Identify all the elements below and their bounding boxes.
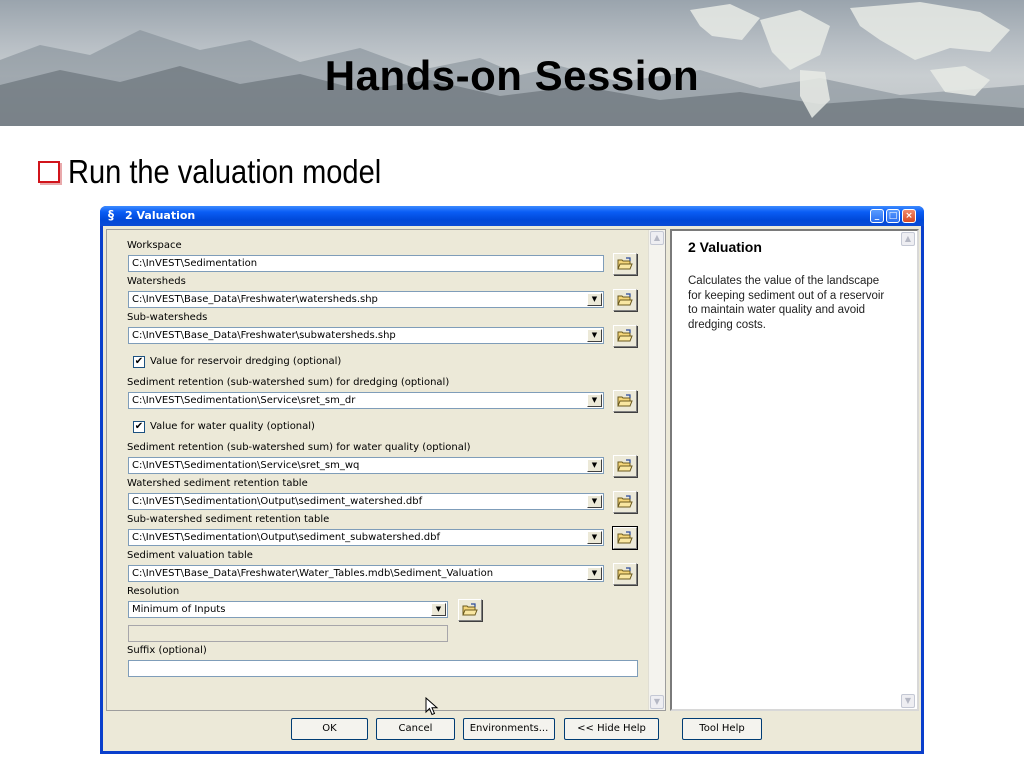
sret-dredging-value: C:\InVEST\Sedimentation\Service\sret_sm_… <box>132 395 356 406</box>
valuation-table-label: Sediment valuation table <box>127 550 253 561</box>
ws-retention-table-browse-button[interactable] <box>613 491 637 513</box>
water-quality-checkbox[interactable]: ✔ <box>133 421 145 433</box>
open-folder-icon <box>617 257 633 270</box>
ws-retention-table-field[interactable]: C:\InVEST\Sedimentation\Output\sediment_… <box>128 493 604 510</box>
open-folder-icon <box>617 394 633 407</box>
maximize-button[interactable]: □ <box>886 209 900 223</box>
parameters-pane: Workspace C:\InVEST\Sedimentation Waters… <box>106 229 666 711</box>
ws-retention-table-label: Watershed sediment retention table <box>127 478 308 489</box>
chevron-down-icon[interactable]: ▼ <box>587 293 602 306</box>
sub-watersheds-field[interactable]: C:\InVEST\Base_Data\Freshwater\subwaters… <box>128 327 604 344</box>
environments-button[interactable]: Environments... <box>463 718 555 740</box>
sws-retention-table-label: Sub-watershed sediment retention table <box>127 514 330 525</box>
tool-help-button[interactable]: Tool Help <box>682 718 762 740</box>
sret-dredging-field[interactable]: C:\InVEST\Sedimentation\Service\sret_sm_… <box>128 392 604 409</box>
scroll-down-icon[interactable]: ▼ <box>901 694 915 708</box>
help-title: 2 Valuation <box>688 239 762 255</box>
chevron-down-icon[interactable]: ▼ <box>587 531 602 544</box>
minimize-button[interactable]: _ <box>870 209 884 223</box>
help-scrollbar[interactable]: ▲ ▼ <box>900 231 917 709</box>
sret-water-quality-browse-button[interactable] <box>613 455 637 477</box>
title-bar[interactable]: § 2 Valuation _ □ × <box>100 206 924 226</box>
chevron-down-icon[interactable]: ▼ <box>587 329 602 342</box>
sws-retention-table-browse-button[interactable] <box>612 526 638 550</box>
valuation-table-value: C:\InVEST\Base_Data\Freshwater\Water_Tab… <box>132 568 494 579</box>
chevron-down-icon[interactable]: ▼ <box>431 603 446 616</box>
open-folder-icon <box>617 329 633 342</box>
scroll-up-icon[interactable]: ▲ <box>650 231 664 245</box>
sub-watersheds-value: C:\InVEST\Base_Data\Freshwater\subwaters… <box>132 330 396 341</box>
sret-water-quality-label: Sediment retention (sub-watershed sum) f… <box>127 442 471 453</box>
resolution-value-field <box>128 625 448 642</box>
bullet-item: Run the valuation model <box>38 152 424 192</box>
valuation-table-field[interactable]: C:\InVEST\Base_Data\Freshwater\Water_Tab… <box>128 565 604 582</box>
open-folder-icon <box>617 495 633 508</box>
ws-retention-table-value: C:\InVEST\Sedimentation\Output\sediment_… <box>132 496 423 507</box>
window-title: 2 Valuation <box>125 209 196 222</box>
sws-retention-table-value: C:\InVEST\Sedimentation\Output\sediment_… <box>132 532 440 543</box>
open-folder-icon <box>617 459 633 472</box>
sub-watersheds-browse-button[interactable] <box>613 325 637 347</box>
workspace-browse-button[interactable] <box>613 253 637 275</box>
sub-watersheds-label: Sub-watersheds <box>127 312 208 323</box>
dredging-checkbox[interactable]: ✔ <box>133 356 145 368</box>
workspace-field[interactable]: C:\InVEST\Sedimentation <box>128 255 604 272</box>
suffix-label: Suffix (optional) <box>127 645 207 656</box>
resolution-browse-button[interactable] <box>458 599 482 621</box>
sret-water-quality-field[interactable]: C:\InVEST\Sedimentation\Service\sret_sm_… <box>128 457 604 474</box>
chevron-down-icon[interactable]: ▼ <box>587 495 602 508</box>
valuation-dialog: § 2 Valuation _ □ × Workspace C:\InVEST\… <box>100 206 924 754</box>
open-folder-icon <box>462 603 478 616</box>
watersheds-browse-button[interactable] <box>613 289 637 311</box>
close-button[interactable]: × <box>902 209 916 223</box>
parameters-scrollbar[interactable]: ▲ ▼ <box>648 230 665 710</box>
sret-dredging-browse-button[interactable] <box>613 390 637 412</box>
ok-button[interactable]: OK <box>291 718 368 740</box>
resolution-value: Minimum of Inputs <box>132 604 226 615</box>
sret-water-quality-value: C:\InVEST\Sedimentation\Service\sret_sm_… <box>132 460 360 471</box>
model-tool-icon: § <box>108 208 114 222</box>
resolution-label: Resolution <box>127 586 180 597</box>
sret-dredging-label: Sediment retention (sub-watershed sum) f… <box>127 377 450 388</box>
help-description: Calculates the value of the landscape fo… <box>688 275 885 331</box>
scroll-down-icon[interactable]: ▼ <box>650 695 664 709</box>
hide-help-button[interactable]: << Hide Help <box>564 718 659 740</box>
watersheds-value: C:\InVEST\Base_Data\Freshwater\watershed… <box>132 294 378 305</box>
watersheds-label: Watersheds <box>127 276 186 287</box>
chevron-down-icon[interactable]: ▼ <box>587 567 602 580</box>
checkbox-bullet-icon <box>38 161 60 183</box>
workspace-label: Workspace <box>127 240 182 251</box>
chevron-down-icon[interactable]: ▼ <box>587 394 602 407</box>
help-pane: 2 Valuation Calculates the value of the … <box>670 229 919 711</box>
open-folder-icon <box>617 293 633 306</box>
suffix-field[interactable] <box>128 660 638 677</box>
valuation-table-browse-button[interactable] <box>613 563 637 585</box>
resolution-select[interactable]: Minimum of Inputs ▼ <box>128 601 448 618</box>
scroll-up-icon[interactable]: ▲ <box>901 232 915 246</box>
bullet-text: Run the valuation model <box>68 153 382 190</box>
header-banner: Hands-on Session <box>0 0 1024 126</box>
dialog-client-area: Workspace C:\InVEST\Sedimentation Waters… <box>103 226 921 751</box>
sws-retention-table-field[interactable]: C:\InVEST\Sedimentation\Output\sediment_… <box>128 529 604 546</box>
cancel-button[interactable]: Cancel <box>376 718 455 740</box>
watersheds-field[interactable]: C:\InVEST\Base_Data\Freshwater\watershed… <box>128 291 604 308</box>
open-folder-icon <box>617 531 633 544</box>
open-folder-icon <box>617 567 633 580</box>
mouse-pointer-icon <box>425 697 439 716</box>
chevron-down-icon[interactable]: ▼ <box>587 459 602 472</box>
slide-title: Hands-on Session <box>324 52 700 99</box>
water-quality-checkbox-label: Value for water quality (optional) <box>150 421 315 432</box>
dredging-checkbox-label: Value for reservoir dredging (optional) <box>150 356 342 367</box>
